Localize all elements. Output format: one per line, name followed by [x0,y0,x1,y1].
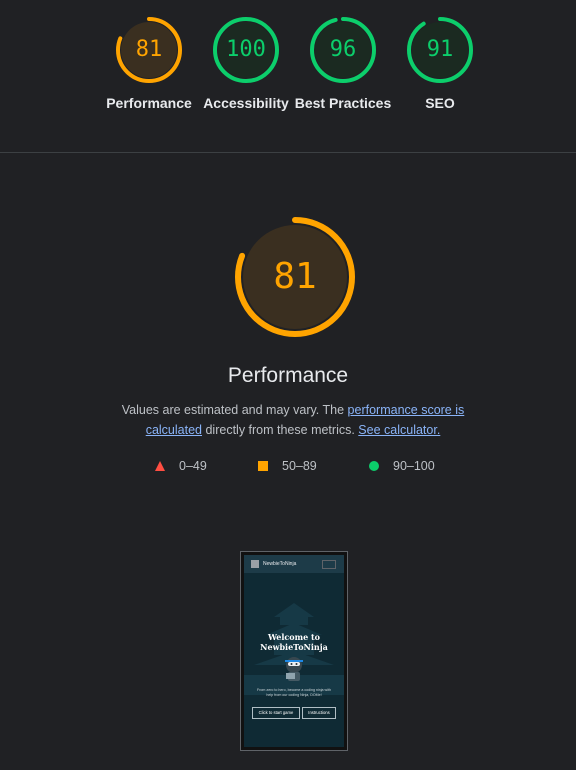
final-screenshot[interactable]: NewbieToNinja Welcome to NewbieToNinja F… [240,551,348,751]
performance-score: 81 [273,256,317,297]
ninja-mascot-icon [285,657,303,681]
triangle-icon [155,461,165,471]
gauge-label: Performance [106,95,192,111]
gauge-seo[interactable]: 91 SEO [390,16,490,113]
gauge-best-practices[interactable]: 96 Best Practices [293,16,393,113]
screenshot-brand: NewbieToNinja [263,561,297,567]
gauge-ring: 100 [212,16,280,84]
gauge-ring: 81 [115,16,183,84]
circle-icon [369,461,379,471]
gauge-label: Accessibility [203,95,289,111]
see-calculator-link[interactable]: See calculator. [358,423,440,437]
start-game-button: Click to start game [252,707,300,719]
gauge-score: 91 [426,37,454,62]
screenshot-tagline: From zero to hero, become a coding ninja… [257,688,331,697]
instructions-button: Instructions [302,707,336,719]
description-text: directly from these metrics. [202,423,359,437]
category-gauges: 81 Performance 100 Accessibility 96 Best… [0,0,576,152]
gauge-score: 96 [329,37,357,62]
legend-label: 90–100 [393,459,435,473]
screenshot-heading: Welcome to NewbieToNinja [260,632,328,652]
square-icon [258,461,268,471]
gauge-label: SEO [425,95,455,111]
gauge-ring: 91 [406,16,474,84]
performance-title: Performance [227,364,349,387]
score-legend: 0–49 50–89 90–100 [0,458,576,474]
legend-label: 50–89 [282,459,317,473]
gauge-accessibility[interactable]: 100 Accessibility [196,16,296,113]
legend-label: 0–49 [179,459,207,473]
screenshot-navbar: NewbieToNinja [244,555,344,573]
hamburger-menu-icon [322,560,336,569]
description-text: Values are estimated and may vary. The [121,403,348,417]
screenshot-viewport: NewbieToNinja Welcome to NewbieToNinja F… [244,555,344,747]
gauge-score: 100 [226,37,266,62]
gauge-ring: 96 [309,16,377,84]
gauge-score: 81 [135,37,163,62]
gauge-performance[interactable]: 81 Performance [99,16,199,113]
section-divider [0,152,576,153]
performance-description: Values are estimated and may vary. The p… [108,400,478,440]
performance-gauge: 81 [234,216,356,338]
ninja-logo-icon [251,560,259,568]
gauge-label: Best Practices [294,95,392,111]
